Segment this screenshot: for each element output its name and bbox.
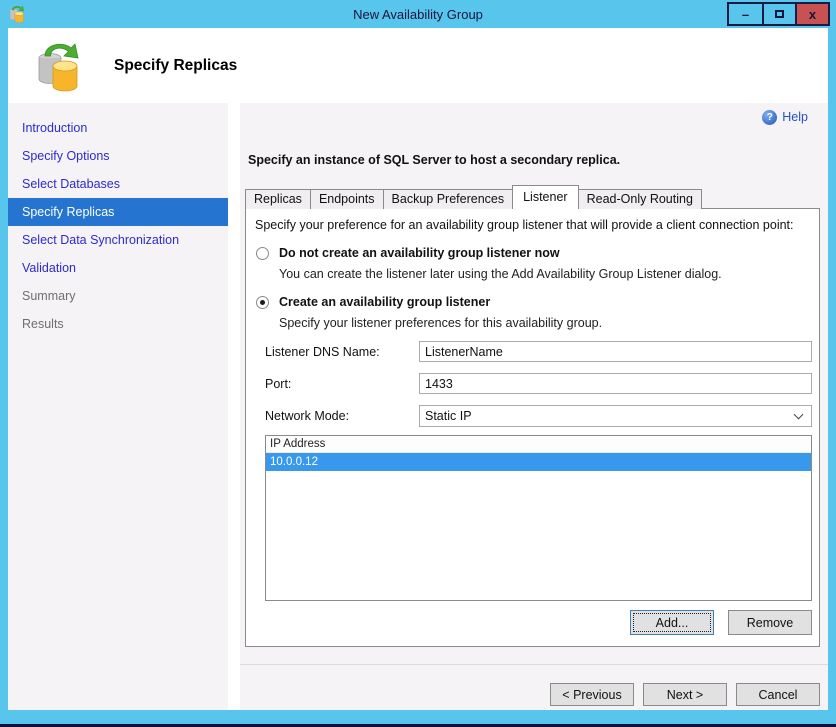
footer-separator <box>240 664 828 665</box>
create-listener-description: Specify your listener preferences for th… <box>279 316 603 330</box>
no-listener-radio[interactable] <box>256 246 269 260</box>
tab-endpoints[interactable]: Endpoints <box>309 189 384 209</box>
tab-listener[interactable]: Listener <box>512 185 579 209</box>
dns-name-label: Listener DNS Name: <box>265 344 380 359</box>
listener-tab-panel: Specify your preference for an availabil… <box>245 208 820 647</box>
main-pane: Help Specify an instance of SQL Server t… <box>240 103 828 710</box>
port-label: Port: <box>265 376 292 391</box>
network-mode-value: Static IP <box>425 409 472 423</box>
no-listener-label: Do not create an availability group list… <box>279 246 560 260</box>
ip-list-buttons: Add... Remove <box>253 610 812 635</box>
create-listener-radio[interactable] <box>256 295 269 309</box>
minimize-button[interactable]: – <box>729 4 762 24</box>
titlebar[interactable]: New Availability Group – x <box>8 0 830 28</box>
minimize-icon: – <box>741 6 750 22</box>
sidebar-item-summary: Summary <box>22 289 76 303</box>
network-mode-label: Network Mode: <box>265 409 350 423</box>
network-mode-row: Network Mode: Static IP <box>253 405 812 427</box>
port-row: Port: <box>253 373 812 394</box>
option-create-listener[interactable]: Create an availability group listener <box>256 295 812 309</box>
port-input[interactable] <box>419 373 812 394</box>
tab-replicas[interactable]: Replicas <box>245 189 311 209</box>
help-row: Help <box>245 107 820 127</box>
window-title: New Availability Group <box>353 6 483 22</box>
wizard-steps-sidebar: Introduction Specify Options Select Data… <box>8 103 228 710</box>
sidebar-item-introduction[interactable]: Introduction <box>8 114 228 142</box>
option-no-listener[interactable]: Do not create an availability group list… <box>256 246 812 260</box>
tab-strip: Replicas Endpoints Backup Preferences Li… <box>245 185 820 209</box>
ip-address-list: IP Address 10.0.0.12 <box>265 435 812 601</box>
page-title: Specify Replicas <box>114 56 238 74</box>
sidebar-divider <box>228 103 240 710</box>
next-button[interactable]: Next > <box>643 683 727 706</box>
no-listener-description: You can create the listener later using … <box>279 267 722 281</box>
sidebar-item-select-databases[interactable]: Select Databases <box>8 170 228 198</box>
tab-backup-preferences[interactable]: Backup Preferences <box>382 189 514 209</box>
sidebar-item-results: Results <box>22 317 64 331</box>
maximize-icon <box>775 10 784 18</box>
add-button[interactable]: Add... <box>630 610 714 635</box>
listener-intro-text: Specify your preference for an availabil… <box>255 218 794 232</box>
help-icon[interactable] <box>762 109 778 125</box>
tab-read-only-routing[interactable]: Read-Only Routing <box>577 189 702 209</box>
ip-address-row[interactable]: 10.0.0.12 <box>266 453 811 471</box>
sidebar-item-validation[interactable]: Validation <box>8 254 228 282</box>
instruction-text: Specify an instance of SQL Server to hos… <box>248 153 621 167</box>
new-availability-group-window: New Availability Group – x Specify Repli <box>0 0 836 727</box>
wizard-footer-buttons: < Previous Next > Cancel <box>245 683 820 706</box>
wizard-body: Introduction Specify Options Select Data… <box>8 103 828 710</box>
window-controls: – x <box>727 2 830 26</box>
create-listener-label: Create an availability group listener <box>279 295 491 309</box>
ip-address-column-header: IP Address <box>266 436 811 453</box>
previous-button[interactable]: < Previous <box>550 683 634 706</box>
sidebar-item-specify-options[interactable]: Specify Options <box>8 142 228 170</box>
sidebar-item-select-data-synchronization[interactable]: Select Data Synchronization <box>8 226 228 254</box>
remove-button[interactable]: Remove <box>728 610 812 635</box>
sidebar-item-specify-replicas[interactable]: Specify Replicas <box>8 198 228 226</box>
dns-name-input[interactable] <box>419 341 812 362</box>
maximize-button[interactable] <box>762 4 795 24</box>
close-button[interactable]: x <box>795 4 828 24</box>
replica-databases-icon <box>34 38 84 94</box>
network-mode-select[interactable]: Static IP <box>419 405 812 427</box>
help-link[interactable]: Help <box>782 110 808 124</box>
close-icon: x <box>808 6 817 22</box>
dns-name-row: Listener DNS Name: <box>253 341 812 362</box>
chevron-down-icon <box>793 409 804 420</box>
cancel-button[interactable]: Cancel <box>736 683 820 706</box>
wizard-header: Specify Replicas <box>8 28 828 103</box>
